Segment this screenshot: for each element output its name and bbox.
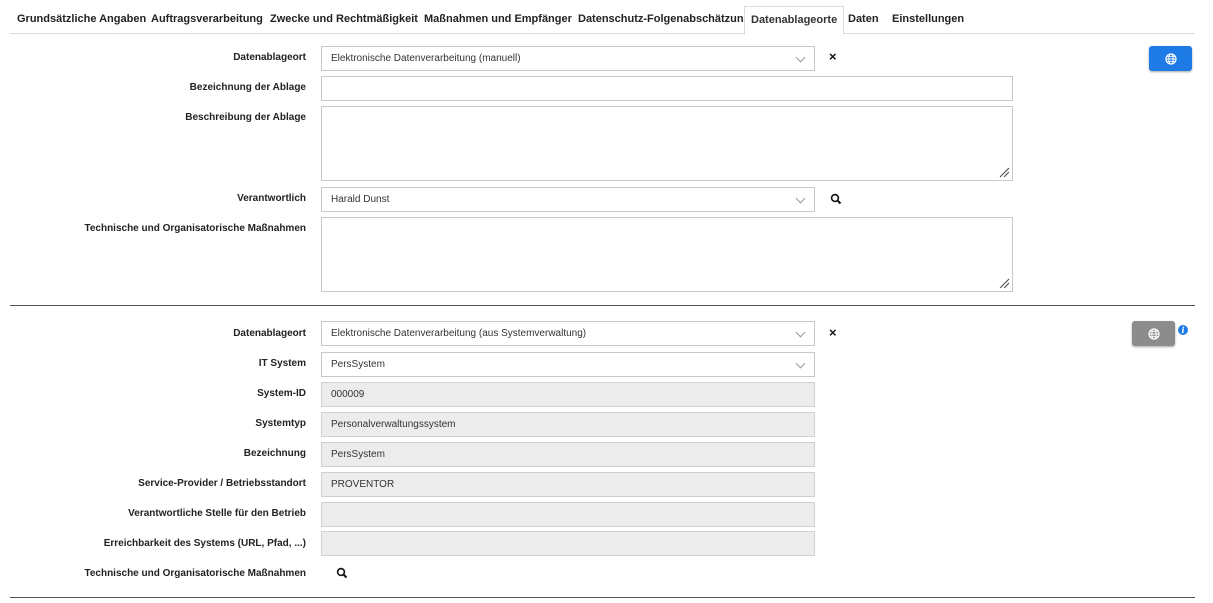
tab-datenablageorte[interactable]: Datenablageorte — [744, 6, 845, 35]
tab-zwecke-und-rechtmaessigkeit[interactable]: Zwecke und Rechtmäßigkeit — [270, 6, 418, 34]
tab-bar: Grundsätzliche Angaben Auftragsverarbeit… — [10, 6, 1195, 35]
erreichbarkeit-label: Erreichbarkeit des Systems (URL, Pfad, .… — [103, 538, 306, 549]
verantwortlich-value: Harald Dunst — [331, 194, 390, 205]
bezeichnung-field: PersSystem — [321, 442, 815, 467]
search-icon[interactable] — [830, 193, 842, 205]
beschreibung-ablage-textarea[interactable] — [321, 106, 1013, 181]
info-icon[interactable]: i — [1178, 325, 1188, 335]
datenablageort-label: Datenablageort — [233, 52, 306, 63]
bezeichnung-label: Bezeichnung — [243, 448, 306, 459]
datenablageort-value: Elektronische Datenverarbeitung (manuell… — [331, 53, 521, 64]
it-system-select[interactable]: PersSystem — [321, 352, 815, 377]
tab-einstellungen[interactable]: Einstellungen — [892, 6, 964, 34]
service-provider-label: Service-Provider / Betriebsstandort — [138, 478, 306, 489]
tom-label-2: Technische und Organisatorische Maßnahme… — [84, 568, 306, 579]
section-divider-bottom — [10, 597, 1195, 598]
system-id-field: 000009 — [321, 382, 815, 407]
datenablageort-select[interactable]: Elektronische Datenverarbeitung (manuell… — [321, 46, 815, 71]
remove-ablageort-button-2[interactable]: × — [829, 325, 837, 340]
tab-datenschutz-folgenabschaetzung[interactable]: Datenschutz-Folgenabschätzung — [578, 6, 750, 34]
tom-textarea[interactable] — [321, 217, 1013, 292]
tab-grundsaetzliche-angaben[interactable]: Grundsätzliche Angaben — [17, 6, 146, 34]
verantwortlich-label: Verantwortlich — [237, 193, 306, 204]
systemtyp-field: Personalverwaltungssystem — [321, 412, 815, 437]
resize-grip-icon[interactable] — [999, 167, 1010, 178]
resize-grip-icon[interactable] — [999, 278, 1010, 289]
service-provider-field: PROVENTOR — [321, 472, 815, 497]
tom-label: Technische und Organisatorische Maßnahme… — [84, 223, 306, 234]
bezeichnung-ablage-label: Bezeichnung der Ablage — [189, 82, 306, 93]
globe-icon — [1147, 327, 1160, 340]
verantwortliche-stelle-label: Verantwortliche Stelle für den Betrieb — [128, 508, 306, 519]
verantwortliche-stelle-field — [321, 502, 815, 527]
chevron-down-icon — [795, 358, 806, 369]
datenablageort-select-2[interactable]: Elektronische Datenverarbeitung (aus Sys… — [321, 321, 815, 346]
datenablageort-value-2: Elektronische Datenverarbeitung (aus Sys… — [331, 328, 587, 339]
search-icon[interactable] — [336, 567, 348, 579]
datenablageort-label-2: Datenablageort — [233, 328, 306, 339]
beschreibung-ablage-label: Beschreibung der Ablage — [185, 112, 306, 123]
chevron-down-icon — [795, 327, 806, 338]
tab-auftragsverarbeitung[interactable]: Auftragsverarbeitung — [151, 6, 263, 34]
it-system-value: PersSystem — [331, 359, 385, 370]
section-divider — [10, 305, 1195, 306]
bezeichnung-ablage-input[interactable] — [321, 76, 1013, 101]
erreichbarkeit-field — [321, 531, 815, 556]
language-button[interactable] — [1149, 46, 1192, 71]
it-system-label: IT System — [258, 358, 306, 369]
verantwortlich-select[interactable]: Harald Dunst — [321, 187, 815, 212]
tab-daten[interactable]: Daten — [848, 6, 879, 34]
chevron-down-icon — [795, 52, 806, 63]
language-button-2[interactable] — [1132, 321, 1175, 346]
remove-ablageort-button[interactable]: × — [829, 49, 837, 64]
globe-icon — [1164, 52, 1177, 65]
tab-massnahmen-und-empfaenger[interactable]: Maßnahmen und Empfänger — [424, 6, 572, 34]
system-id-label: System-ID — [257, 388, 306, 399]
chevron-down-icon — [795, 193, 806, 204]
systemtyp-label: Systemtyp — [255, 418, 306, 429]
